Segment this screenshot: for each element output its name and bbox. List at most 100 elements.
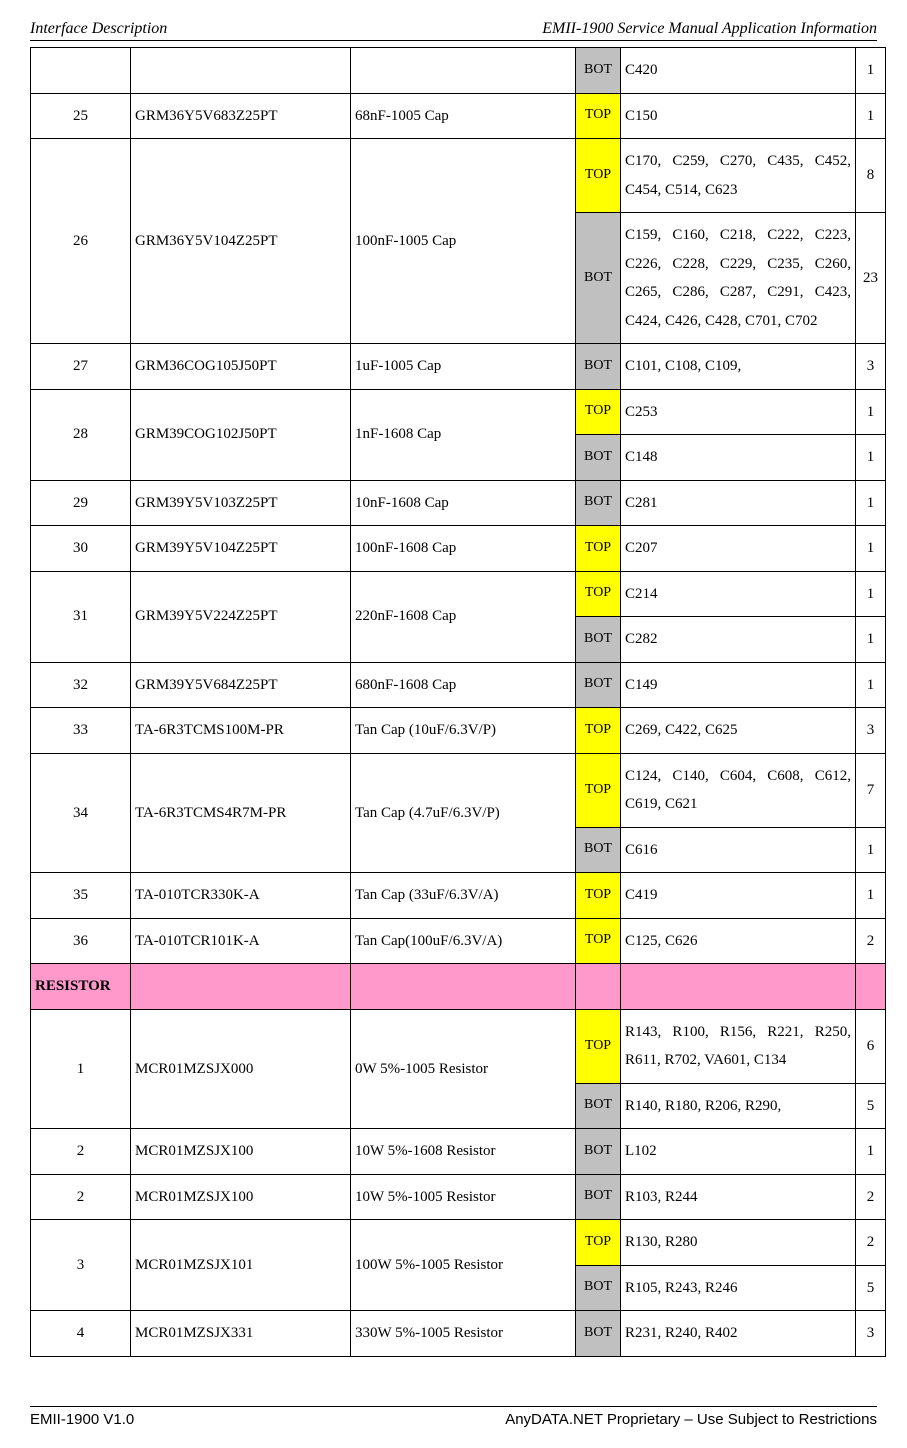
table-row: 29GRM39Y5V103Z25PT10nF-1608 CapBOTC2811 xyxy=(31,480,886,526)
description-cell: 10W 5%-1608 Resistor xyxy=(351,1129,576,1175)
section-row: RESISTOR xyxy=(31,964,886,1010)
references-cell: C101, C108, C109, xyxy=(621,344,856,390)
layer-cell: BOT xyxy=(576,662,621,708)
quantity-cell: 1 xyxy=(856,48,886,94)
references-cell: C159, C160, C218, C222, C223, C226, C228… xyxy=(621,213,856,344)
quantity-cell: 2 xyxy=(856,1220,886,1266)
table-row: 25GRM36Y5V683Z25PT68nF-1005 CapTOPC1501 xyxy=(31,93,886,139)
description-cell: 68nF-1005 Cap xyxy=(351,93,576,139)
references-cell: C214 xyxy=(621,571,856,617)
layer-cell: TOP xyxy=(576,918,621,964)
index-cell: 2 xyxy=(31,1129,131,1175)
quantity-cell: 2 xyxy=(856,1174,886,1220)
layer-cell: BOT xyxy=(576,344,621,390)
table-row: 34TA-6R3TCMS4R7M-PRTan Cap (4.7uF/6.3V/P… xyxy=(31,753,886,827)
references-cell: C149 xyxy=(621,662,856,708)
footer-left: EMII-1900 V1.0 xyxy=(30,1411,134,1428)
layer-cell: BOT xyxy=(576,1083,621,1129)
index-cell: 29 xyxy=(31,480,131,526)
table-row: 4MCR01MZSJX331330W 5%-1005 ResistorBOTR2… xyxy=(31,1311,886,1357)
index-cell: 27 xyxy=(31,344,131,390)
references-cell: C616 xyxy=(621,827,856,873)
layer-cell: BOT xyxy=(576,213,621,344)
layer-cell: BOT xyxy=(576,1129,621,1175)
layer-cell: BOT xyxy=(576,827,621,873)
section-cell xyxy=(351,964,576,1010)
part-cell: GRM36Y5V683Z25PT xyxy=(131,93,351,139)
description-cell: 1nF-1608 Cap xyxy=(351,389,576,480)
page-footer: EMII-1900 V1.0 AnyDATA.NET Proprietary –… xyxy=(30,1406,877,1428)
quantity-cell: 2 xyxy=(856,918,886,964)
references-cell: R231, R240, R402 xyxy=(621,1311,856,1357)
layer-cell: TOP xyxy=(576,753,621,827)
layer-cell: TOP xyxy=(576,93,621,139)
table-row: 32GRM39Y5V684Z25PT680nF-1608 CapBOTC1491 xyxy=(31,662,886,708)
references-cell: C420 xyxy=(621,48,856,94)
table-row: 27GRM36COG105J50PT1uF-1005 CapBOTC101, C… xyxy=(31,344,886,390)
references-cell: C419 xyxy=(621,873,856,919)
parts-table: BOTC420125GRM36Y5V683Z25PT68nF-1005 CapT… xyxy=(30,47,886,1357)
description-cell: 100nF-1608 Cap xyxy=(351,526,576,572)
index-cell: 33 xyxy=(31,708,131,754)
description-cell: 100nF-1005 Cap xyxy=(351,139,576,344)
part-cell: TA-010TCR101K-A xyxy=(131,918,351,964)
quantity-cell: 1 xyxy=(856,571,886,617)
index-cell: 3 xyxy=(31,1220,131,1311)
layer-cell: TOP xyxy=(576,571,621,617)
layer-cell: TOP xyxy=(576,139,621,213)
part-cell: GRM39Y5V104Z25PT xyxy=(131,526,351,572)
part-cell: GRM39Y5V684Z25PT xyxy=(131,662,351,708)
quantity-cell: 1 xyxy=(856,873,886,919)
index-cell: 28 xyxy=(31,389,131,480)
references-cell: C282 xyxy=(621,617,856,663)
quantity-cell: 8 xyxy=(856,139,886,213)
part-cell: GRM36Y5V104Z25PT xyxy=(131,139,351,344)
part-cell: GRM36COG105J50PT xyxy=(131,344,351,390)
references-cell: C170, C259, C270, C435, C452, C454, C514… xyxy=(621,139,856,213)
quantity-cell: 23 xyxy=(856,213,886,344)
part-cell: TA-6R3TCMS4R7M-PR xyxy=(131,753,351,873)
description-cell: 1uF-1005 Cap xyxy=(351,344,576,390)
page-header: Interface Description EMII-1900 Service … xyxy=(30,20,877,41)
layer-cell: BOT xyxy=(576,617,621,663)
table-row: 28GRM39COG102J50PT1nF-1608 CapTOPC2531 xyxy=(31,389,886,435)
references-cell: C125, C626 xyxy=(621,918,856,964)
quantity-cell: 1 xyxy=(856,827,886,873)
footer-right: AnyDATA.NET Proprietary – Use Subject to… xyxy=(505,1411,877,1428)
index-cell: 34 xyxy=(31,753,131,873)
layer-cell: BOT xyxy=(576,1311,621,1357)
table-row: 30GRM39Y5V104Z25PT100nF-1608 CapTOPC2071 xyxy=(31,526,886,572)
table-row: 33TA-6R3TCMS100M-PRTan Cap (10uF/6.3V/P)… xyxy=(31,708,886,754)
table-row: BOTC4201 xyxy=(31,48,886,94)
index-cell: 26 xyxy=(31,139,131,344)
description-cell: 680nF-1608 Cap xyxy=(351,662,576,708)
references-cell: L102 xyxy=(621,1129,856,1175)
references-cell: R130, R280 xyxy=(621,1220,856,1266)
index-cell: 32 xyxy=(31,662,131,708)
quantity-cell: 1 xyxy=(856,617,886,663)
part-cell: GRM39Y5V224Z25PT xyxy=(131,571,351,662)
references-cell: R143, R100, R156, R221, R250, R611, R702… xyxy=(621,1009,856,1083)
quantity-cell: 1 xyxy=(856,389,886,435)
description-cell: Tan Cap (10uF/6.3V/P) xyxy=(351,708,576,754)
quantity-cell: 1 xyxy=(856,435,886,481)
table-row: 1MCR01MZSJX0000W 5%-1005 ResistorTOPR143… xyxy=(31,1009,886,1083)
index-cell: 36 xyxy=(31,918,131,964)
layer-cell: TOP xyxy=(576,526,621,572)
index-cell: 1 xyxy=(31,1009,131,1129)
references-cell: C281 xyxy=(621,480,856,526)
part-cell: MCR01MZSJX100 xyxy=(131,1174,351,1220)
section-cell xyxy=(131,964,351,1010)
index-cell: 30 xyxy=(31,526,131,572)
quantity-cell: 3 xyxy=(856,344,886,390)
description-cell: 220nF-1608 Cap xyxy=(351,571,576,662)
quantity-cell: 1 xyxy=(856,93,886,139)
index-cell xyxy=(31,48,131,94)
quantity-cell: 1 xyxy=(856,1129,886,1175)
header-right: EMII-1900 Service Manual Application Inf… xyxy=(542,20,877,38)
index-cell: 35 xyxy=(31,873,131,919)
quantity-cell: 3 xyxy=(856,708,886,754)
layer-cell: BOT xyxy=(576,48,621,94)
table-row: 26GRM36Y5V104Z25PT100nF-1005 CapTOPC170,… xyxy=(31,139,886,213)
layer-cell: TOP xyxy=(576,1009,621,1083)
